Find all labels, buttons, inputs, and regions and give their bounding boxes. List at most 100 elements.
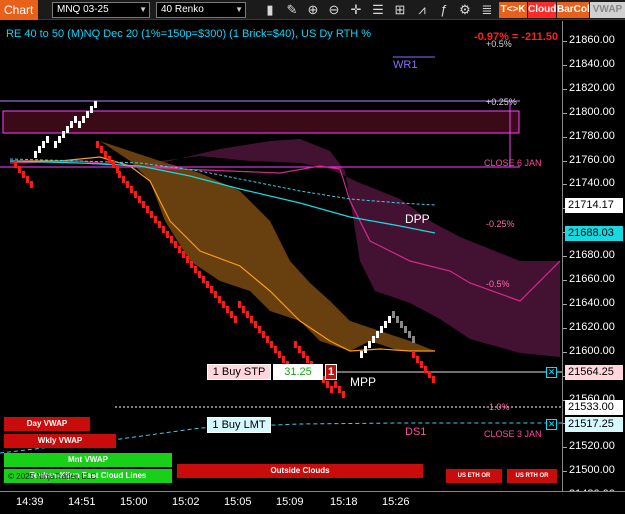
renko-brick: [416, 356, 419, 363]
renko-brick: [122, 176, 125, 183]
renko-brick: [174, 241, 177, 248]
renko-brick: [162, 226, 165, 233]
mnt-vwap-button[interactable]: Mnt VWAP: [4, 453, 172, 467]
renko-brick: [376, 331, 379, 338]
renko-brick: [266, 336, 269, 343]
renko-brick: [242, 306, 245, 313]
renko-brick: [142, 201, 145, 208]
renko-brick: [90, 106, 93, 113]
renko-brick: [166, 231, 169, 238]
renko-brick: [18, 166, 21, 173]
last-price-tag: 21533.00: [565, 400, 623, 415]
renko-brick: [254, 321, 257, 328]
pct-minus-025-label: -0.25%: [486, 219, 515, 229]
renko-brick: [104, 151, 107, 158]
time-tick: 15:00: [120, 496, 148, 508]
renko-brick: [126, 181, 129, 188]
cyan-line-price-tag: 21688.03: [565, 226, 623, 241]
stop-price-tag: 21564.25: [565, 365, 623, 380]
renko-brick: [262, 331, 265, 338]
us-rth-or-button[interactable]: US RTH OR: [507, 469, 557, 483]
instrument-value: MNQ 03-25: [57, 4, 109, 15]
cancel-stop-order-icon[interactable]: ✕: [546, 367, 557, 378]
price-tick: 21860.00: [563, 34, 615, 46]
renko-brick: [158, 221, 161, 228]
renko-brick: [298, 346, 301, 353]
chart-panel[interactable]: RE 40 to 50 (M)NQ Dec 20 (1%=150p=$300) …: [0, 21, 562, 491]
time-tick: 15:09: [276, 496, 304, 508]
price-tick: 21620.00: [563, 320, 615, 333]
renko-brick: [278, 351, 281, 358]
instrument-selector[interactable]: MNQ 03-25 ▼: [52, 2, 150, 18]
renko-brick: [14, 161, 17, 168]
renko-brick: [194, 266, 197, 273]
renko-brick: [270, 341, 273, 348]
renko-brick: [282, 356, 285, 363]
renko-brick: [154, 216, 157, 223]
time-tick: 15:18: [330, 496, 358, 508]
renko-brick: [182, 251, 185, 258]
price-axis[interactable]: 21480.0021500.0021520.0021540.0021560.00…: [562, 21, 625, 500]
renko-brick: [198, 271, 201, 278]
buy-stop-quantity[interactable]: 1: [325, 364, 337, 380]
mpp-label: MPP: [350, 375, 377, 389]
renko-brick: [400, 321, 403, 328]
day-vwap-button[interactable]: Day VWAP: [4, 417, 90, 431]
pct-plus-05-label: +0.5%: [486, 39, 512, 49]
renko-brick: [258, 326, 261, 333]
us-eth-or-button[interactable]: US ETH OR: [446, 469, 502, 483]
pct-minus-05-label: -0.5%: [486, 279, 510, 289]
tk-toggle-button[interactable]: T<>K: [499, 2, 527, 18]
zoom-in-icon[interactable]: ⊕: [305, 2, 321, 18]
price-tick: 21840.00: [563, 57, 615, 70]
renko-brick: [330, 386, 333, 393]
crosshair-icon[interactable]: ✛: [348, 2, 364, 18]
properties-icon[interactable]: ☰: [370, 2, 386, 18]
renko-brick: [82, 116, 85, 123]
bar-chart-icon[interactable]: ▮: [262, 2, 278, 18]
chart-info-line: RE 40 to 50 (M)NQ Dec 20 (1%=150p=$300) …: [6, 28, 372, 40]
renko-brick: [46, 136, 49, 143]
renko-brick: [424, 366, 427, 373]
chart-tab[interactable]: Chart: [0, 0, 38, 20]
renko-brick: [238, 301, 241, 308]
barcol-toggle-button[interactable]: BarCol: [557, 2, 590, 18]
renko-brick: [108, 156, 111, 163]
strategy-icon[interactable]: ⚙: [457, 2, 473, 18]
renko-brick: [420, 361, 423, 368]
renko-brick: [396, 316, 399, 323]
renko-brick: [96, 141, 99, 148]
buy-stop-order-label[interactable]: 1 Buy STP: [207, 364, 271, 380]
draw-pencil-icon[interactable]: ✎: [284, 2, 300, 18]
renko-brick: [372, 336, 375, 343]
renko-brick: [250, 316, 253, 323]
renko-brick: [42, 141, 45, 148]
list-icon[interactable]: ≣: [479, 2, 495, 18]
vwap-toggle-button[interactable]: VWAP: [590, 2, 625, 18]
renko-brick: [408, 331, 411, 338]
fx-icon[interactable]: ƒ: [436, 2, 452, 18]
renko-brick: [326, 381, 329, 388]
renko-brick: [74, 116, 77, 123]
cloud-toggle-button[interactable]: Cloud: [528, 2, 556, 18]
renko-brick: [234, 316, 237, 323]
wkly-vwap-button[interactable]: Wkly VWAP: [4, 434, 116, 448]
text-icon[interactable]: ⊞: [392, 2, 408, 18]
price-tick: 21660.00: [563, 273, 615, 285]
renko-brick: [338, 386, 341, 393]
outside-clouds-button[interactable]: Outside Clouds: [177, 464, 423, 478]
cancel-limit-order-icon[interactable]: ✕: [546, 419, 557, 430]
close-6jan-label: CLOSE 6 JAN: [484, 158, 542, 168]
limit-price-tag: 21517.25: [565, 417, 623, 432]
renko-brick: [94, 101, 97, 108]
zoom-out-icon[interactable]: ⊖: [326, 2, 342, 18]
renko-brick: [428, 371, 431, 378]
renko-brick: [226, 306, 229, 313]
bar-type-selector[interactable]: 40 Renko ▼: [156, 2, 246, 18]
layout-icon[interactable]: ⩘: [414, 2, 430, 18]
time-axis[interactable]: 14:39 14:51 15:00 15:02 15:05 15:09 15:18 15:26: [0, 491, 625, 514]
pct-plus-025-label: +0.25%: [486, 97, 517, 107]
buy-limit-order-label[interactable]: 1 Buy LMT: [207, 417, 271, 433]
renko-brick: [274, 346, 277, 353]
renko-brick: [134, 191, 137, 198]
